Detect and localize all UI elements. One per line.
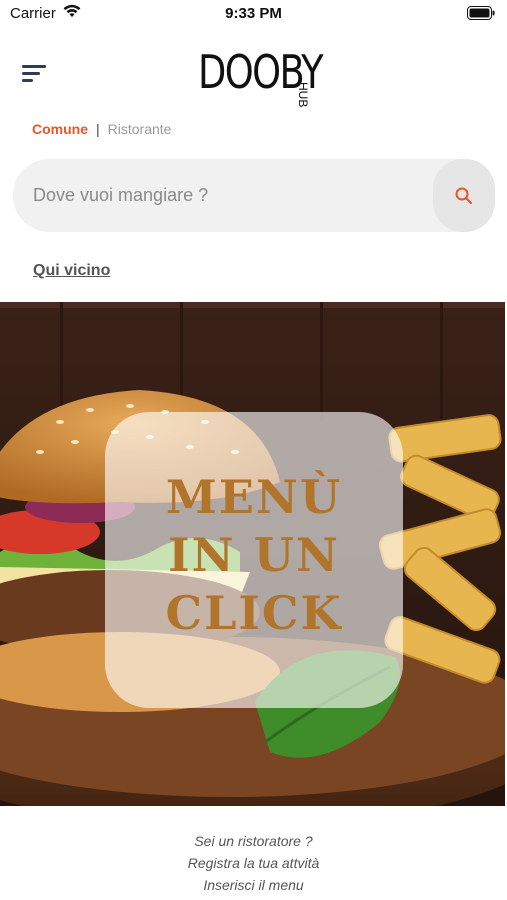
search-mode-tabs: Comune | Ristorante [32,121,171,137]
status-bar: Carrier 9:33 PM [0,0,507,28]
footer-question[interactable]: Sei un ristoratore ? [0,830,507,852]
search-button[interactable] [433,159,495,232]
app-logo: DOOBY HUB [190,44,324,108]
logo-subtext: HUB [296,82,310,108]
search-bar [13,159,495,232]
menu-icon[interactable] [22,62,48,84]
search-icon [455,187,473,205]
promo-banner[interactable]: MENÙ IN UN CLICK [0,302,505,806]
search-input[interactable] [33,175,423,215]
promo-line-1: MENÙ [165,470,343,524]
promo-card: MENÙ IN UN CLICK [105,412,403,708]
tab-separator: | [96,121,100,137]
nearby-link[interactable]: Qui vicino [33,262,110,280]
tab-ristorante[interactable]: Ristorante [108,121,172,137]
clock: 9:33 PM [225,5,282,22]
promo-line-3: CLICK [165,586,343,640]
tab-comune[interactable]: Comune [32,121,88,137]
register-business-link[interactable]: Registra la tua attvità [0,852,507,874]
battery-icon [467,6,495,20]
promo-line-2: IN UN [168,528,340,582]
insert-menu-link[interactable]: Inserisci il menu [0,874,507,896]
restaurant-footer: Sei un ristoratore ? Registra la tua att… [0,830,507,896]
